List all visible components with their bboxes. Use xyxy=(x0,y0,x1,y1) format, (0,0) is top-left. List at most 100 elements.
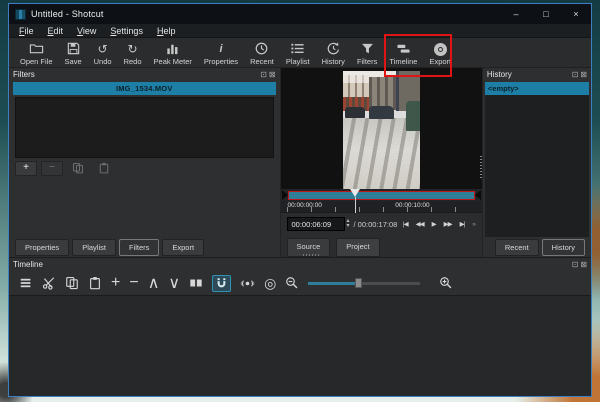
video-preview-area xyxy=(281,68,482,189)
clock-icon xyxy=(254,41,269,56)
recent-button[interactable]: Recent xyxy=(245,39,279,67)
menu-bar: File Edit View Settings Help xyxy=(9,24,591,38)
timeline-zoom-slider[interactable] xyxy=(308,277,420,289)
menu-file[interactable]: File xyxy=(13,26,40,36)
maximize-button[interactable]: □ xyxy=(531,4,561,24)
export-icon xyxy=(434,41,447,56)
filters-selected-clip[interactable]: IMG_1534.MOV xyxy=(13,82,276,95)
history-button[interactable]: History xyxy=(317,39,350,67)
timeline-panel-title: Timeline xyxy=(13,260,43,269)
rewind-button[interactable]: ◀◀ xyxy=(416,220,424,228)
timeline-tracks-area[interactable] xyxy=(9,295,591,396)
tab-export[interactable]: Export xyxy=(162,239,204,256)
save-button[interactable]: Save xyxy=(60,39,87,67)
tab-filters[interactable]: Filters xyxy=(119,239,159,256)
timeline-panel: Timeline ⊡ ⊠ + − ∧ ∨ xyxy=(9,257,591,396)
lift-button[interactable]: ∧ xyxy=(148,273,160,293)
spin-down-icon[interactable]: ▾ xyxy=(347,224,350,229)
window-title: Untitled - Shotcut xyxy=(31,9,104,19)
tab-properties[interactable]: Properties xyxy=(15,239,69,256)
history-panel: History ⊡ ⊠ <empty> Recent History xyxy=(482,68,591,257)
tab-playlist[interactable]: Playlist xyxy=(72,239,116,256)
filters-button[interactable]: Filters xyxy=(352,39,382,67)
redo-button[interactable]: ↻ Redo xyxy=(119,39,147,67)
tab-history[interactable]: History xyxy=(542,239,585,256)
timeline-menu-button[interactable] xyxy=(19,276,33,290)
skip-end-button[interactable]: ▶| xyxy=(460,220,465,228)
float-panel-icon[interactable]: ⊡ xyxy=(260,71,267,79)
copy-button[interactable] xyxy=(65,276,79,290)
undo-button[interactable]: ↺ Undo xyxy=(89,39,117,67)
ripple-delete-button[interactable]: − xyxy=(129,274,138,292)
trim-in-handle[interactable] xyxy=(282,190,288,200)
timeline-button[interactable]: Timeline xyxy=(384,39,422,67)
zoom-slider-handle[interactable] xyxy=(355,278,362,288)
skip-start-button[interactable]: |◀ xyxy=(403,220,408,228)
tab-project[interactable]: Project xyxy=(336,238,379,257)
playhead[interactable] xyxy=(350,189,360,197)
export-button[interactable]: Export xyxy=(424,39,456,67)
copy-filters-button[interactable] xyxy=(67,161,89,176)
redo-icon: ↻ xyxy=(128,41,138,56)
menu-settings[interactable]: Settings xyxy=(104,26,149,36)
filters-list[interactable] xyxy=(15,97,274,158)
remove-filter-button[interactable]: − xyxy=(41,161,63,176)
magnet-icon xyxy=(215,277,228,290)
append-button[interactable]: + xyxy=(111,274,120,292)
timeline-tracks-icon xyxy=(396,41,411,56)
history-list[interactable] xyxy=(485,95,589,237)
folder-icon xyxy=(29,41,44,56)
history-icon xyxy=(326,41,341,56)
tab-recent[interactable]: Recent xyxy=(495,239,539,256)
paste-filters-button[interactable] xyxy=(93,161,115,176)
ripple-all-tracks-toggle[interactable]: ◎ xyxy=(264,275,276,292)
splitter-handle[interactable] xyxy=(303,254,319,256)
menu-edit[interactable]: Edit xyxy=(42,26,70,36)
player-tabs: Source Project xyxy=(281,235,482,257)
cut-button[interactable] xyxy=(42,276,56,290)
history-panel-title: History xyxy=(487,70,512,79)
transport-controls: |◀ ◀◀ ▶ ▶▶ ▶| » xyxy=(403,220,476,228)
position-value[interactable]: 00:00:06:09 xyxy=(287,217,345,231)
float-panel-icon[interactable]: ⊡ xyxy=(572,261,579,269)
snap-toggle[interactable] xyxy=(212,275,231,292)
toolbar-overflow-icon[interactable]: » xyxy=(472,221,476,228)
position-spinbox[interactable]: 00:00:06:09 ▴ ▾ xyxy=(287,217,350,231)
minimize-button[interactable]: – xyxy=(501,4,531,24)
history-selected-item[interactable]: <empty> xyxy=(485,82,589,95)
peak-meter-button[interactable]: Peak Meter xyxy=(149,39,197,67)
title-bar[interactable]: Untitled - Shotcut – □ × xyxy=(9,4,591,24)
trim-out-handle[interactable] xyxy=(475,190,481,200)
filter-funnel-icon xyxy=(360,41,375,56)
close-button[interactable]: × xyxy=(561,4,591,24)
fast-forward-button[interactable]: ▶▶ xyxy=(444,220,452,228)
time-ruler[interactable]: 00:00:00:00 00:00:10:00 xyxy=(281,201,482,213)
close-panel-icon[interactable]: ⊠ xyxy=(580,71,587,79)
left-dock-tabs: Properties Playlist Filters Export xyxy=(9,237,280,257)
vertical-splitter-handle[interactable] xyxy=(480,156,482,178)
play-button[interactable]: ▶ xyxy=(432,220,436,228)
scrub-while-dragging-toggle[interactable] xyxy=(240,277,255,290)
trim-bar[interactable] xyxy=(281,189,482,201)
menu-view[interactable]: View xyxy=(71,26,102,36)
menu-help[interactable]: Help xyxy=(151,26,182,36)
zoom-in-button[interactable] xyxy=(439,276,453,290)
timeline-toolbar: + − ∧ ∨ ◎ xyxy=(9,271,591,295)
right-dock-tabs: Recent History xyxy=(483,237,591,257)
open-file-button[interactable]: Open File xyxy=(15,39,58,67)
main-toolbar: Open File Save ↺ Undo ↻ Redo Peak Meter … xyxy=(9,38,591,68)
close-panel-icon[interactable]: ⊠ xyxy=(580,261,587,269)
add-filter-button[interactable]: + xyxy=(15,161,37,176)
float-panel-icon[interactable]: ⊡ xyxy=(572,71,579,79)
playlist-icon xyxy=(290,41,305,56)
overwrite-button[interactable]: ∨ xyxy=(168,273,180,293)
split-button[interactable] xyxy=(189,276,203,290)
paste-button[interactable] xyxy=(88,276,102,290)
zoom-out-button[interactable] xyxy=(285,276,299,290)
close-panel-icon[interactable]: ⊠ xyxy=(269,71,276,79)
playlist-button[interactable]: Playlist xyxy=(281,39,315,67)
filters-panel-title: Filters xyxy=(13,70,35,79)
player-panel: 00:00:00:00 00:00:10:00 00:00:06:09 ▴ ▾ … xyxy=(281,68,482,257)
app-icon xyxy=(15,9,26,20)
properties-button[interactable]: i Properties xyxy=(199,39,243,67)
